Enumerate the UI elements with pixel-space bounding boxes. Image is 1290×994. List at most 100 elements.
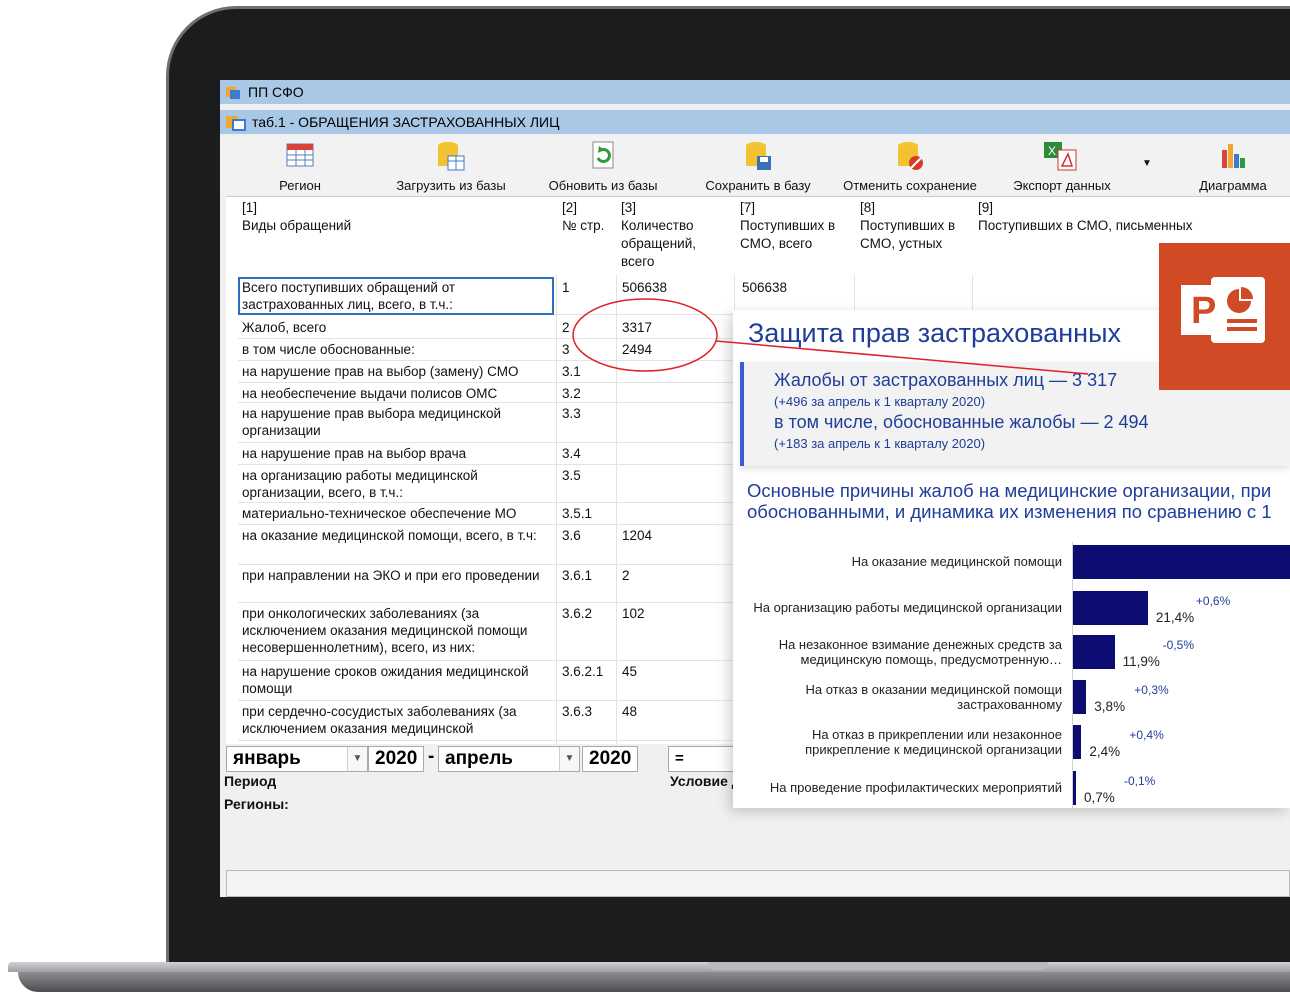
cell-type[interactable]: на нарушение сроков ожидания медицинской…: [242, 663, 554, 697]
col1-header[interactable]: [1] Виды обращений: [242, 199, 351, 235]
table-row[interactable]: при сердечно-сосудистых заболеваниях (за…: [238, 701, 778, 741]
chevron-down-icon[interactable]: ▼: [559, 747, 579, 771]
cell-type[interactable]: на оказание медицинской помощи, всего, в…: [242, 527, 554, 544]
database-table-icon: [438, 142, 465, 171]
save-to-db-button[interactable]: Сохранить в базу: [698, 140, 818, 193]
condition-operator[interactable]: =: [668, 746, 738, 772]
table-row[interactable]: на нарушение сроков ожидания медицинской…: [238, 661, 778, 701]
col7-header[interactable]: [7] Поступивших в СМО, всего: [740, 199, 850, 253]
chart-delta-label: -0,5%: [1162, 638, 1194, 652]
cell-line-number[interactable]: 3.6.2: [562, 605, 618, 622]
col9-header[interactable]: [9] Поступивших в СМО, письменных: [978, 199, 1278, 235]
cell-type[interactable]: в том числе обоснованные:: [242, 341, 554, 358]
cell-line-number[interactable]: 2: [562, 319, 618, 336]
cell-total[interactable]: 102: [622, 605, 734, 622]
cell-type[interactable]: на необеспечение выдачи полисов ОМС: [242, 385, 554, 402]
table-row[interactable]: на необеспечение выдачи полисов ОМС 3.2: [238, 383, 778, 403]
col3-header[interactable]: [3] Количество обращений, всего: [621, 199, 721, 271]
cell-type[interactable]: на нарушение прав на выбор (замену) СМО: [242, 363, 554, 380]
cell-type[interactable]: при сердечно-сосудистых заболеваниях (за…: [242, 703, 554, 737]
load-from-db-button[interactable]: Загрузить из базы: [390, 140, 512, 193]
cell-total[interactable]: 3317: [622, 319, 734, 336]
cell-smo-total[interactable]: 506638: [742, 279, 852, 296]
cell-total[interactable]: 1204: [622, 527, 734, 544]
chart-delta-label: -0,1%: [1124, 774, 1156, 788]
chart-category-label: На отказ в прикреплении или незаконное п…: [805, 727, 1062, 757]
refresh-document-icon: [592, 141, 614, 169]
cell-type[interactable]: при онкологических заболеваниях (за искл…: [242, 605, 554, 656]
cell-line-number[interactable]: 3.2: [562, 385, 618, 402]
cell-line-number[interactable]: 3: [562, 341, 618, 358]
window-titlebar[interactable]: ПП СФО: [220, 80, 1290, 104]
cell-line-number[interactable]: 3.3: [562, 405, 618, 422]
export-dropdown-arrow[interactable]: ▼: [1140, 158, 1154, 169]
region-table-icon: [286, 143, 314, 167]
table-row[interactable]: на нарушение прав на выбор врача 3.4: [238, 443, 778, 465]
table-row[interactable]: при направлении на ЭКО и при его проведе…: [238, 565, 778, 603]
chart-bar: [1073, 725, 1082, 759]
chart-button[interactable]: Диаграмма: [1188, 140, 1278, 193]
chart-delta-label: +0,4%: [1129, 728, 1164, 742]
chart-category-label: На проведение профилактических мероприят…: [769, 780, 1062, 795]
cell-total[interactable]: 45: [622, 663, 734, 680]
cell-type[interactable]: при направлении на ЭКО и при его проведе…: [242, 567, 554, 584]
cell-type[interactable]: на нарушение прав выбора медицинской орг…: [242, 405, 554, 439]
to-month-select[interactable]: апрель ▼: [438, 746, 580, 772]
col8-header[interactable]: [8] Поступивших в СМО, устных: [860, 199, 970, 253]
cancel-save-button[interactable]: Отменить сохранение: [836, 140, 984, 193]
chart-label: Диаграмма: [1199, 178, 1267, 193]
cell-line-number[interactable]: 3.1: [562, 363, 618, 380]
cell-line-number[interactable]: 3.6.2.1: [562, 663, 618, 680]
cell-type[interactable]: Жалоб, всего: [242, 319, 554, 336]
complaints-delta: (+496 за апрель к 1 кварталу 2020): [774, 394, 986, 409]
justified-delta: (+183 за апрель к 1 кварталу 2020): [774, 436, 986, 451]
cell-line-number[interactable]: 3.4: [562, 445, 618, 462]
bar-chart-icon: [1222, 144, 1245, 168]
table-row[interactable]: материально-техническое обеспечение МО 3.…: [238, 503, 778, 525]
document-title: таб.1 - ОБРАЩЕНИЯ ЗАСТРАХОВАННЫХ ЛИЦ: [252, 114, 560, 130]
window-title: ПП СФО: [248, 84, 304, 100]
refresh-from-db-button[interactable]: Обновить из базы: [542, 140, 664, 193]
document-tab[interactable]: таб.1 - ОБРАЩЕНИЯ ЗАСТРАХОВАННЫХ ЛИЦ: [220, 110, 1290, 134]
chevron-down-icon[interactable]: ▼: [347, 747, 367, 771]
cell-total[interactable]: 2494: [622, 341, 734, 358]
table-row[interactable]: Жалоб, всего 2 3317: [238, 317, 778, 339]
condition-label: Условие д: [670, 773, 741, 789]
col2-header[interactable]: [2] № стр.: [562, 199, 616, 235]
cell-total[interactable]: 506638: [622, 279, 734, 296]
cell-line-number[interactable]: 3.6.3: [562, 703, 618, 720]
from-year-input[interactable]: 2020: [368, 746, 424, 772]
chart-category-label: На отказ в оказании медицинской помощи з…: [805, 682, 1062, 712]
cell-type[interactable]: на организацию работы медицинской органи…: [242, 467, 554, 501]
region-button[interactable]: Регион: [270, 140, 330, 193]
cell-line-number[interactable]: 3.6: [562, 527, 618, 544]
cell-line-number[interactable]: 3.5.1: [562, 505, 618, 522]
cancel-label: Отменить сохранение: [843, 178, 977, 193]
table-row[interactable]: в том числе обоснованные: 3 2494: [238, 339, 778, 361]
table-row[interactable]: на организацию работы медицинской органи…: [238, 465, 778, 503]
table-row[interactable]: на оказание медицинской помощи, всего, в…: [238, 525, 778, 565]
cell-total[interactable]: 2: [622, 567, 734, 584]
chart-bar: [1073, 771, 1076, 805]
justified-total: в том числе, обоснованные жалобы — 2 494: [774, 412, 1149, 432]
from-month-select[interactable]: январь ▼: [226, 746, 368, 772]
table-row[interactable]: на нарушение прав на выбор (замену) СМО 3…: [238, 361, 778, 383]
to-year-input[interactable]: 2020: [582, 746, 638, 772]
chart-category-label: На оказание медицинской помощи: [851, 554, 1062, 569]
period-dash: -: [428, 746, 435, 767]
toolbar: Регион Загрузить из базы Обновить из баз…: [220, 136, 1290, 194]
cell-line-number[interactable]: 1: [562, 279, 618, 296]
cell-line-number[interactable]: 3.5: [562, 467, 618, 484]
cell-line-number[interactable]: 3.6.1: [562, 567, 618, 584]
export-data-button[interactable]: X Экспорт данных: [1006, 140, 1118, 193]
table-doc-icon: [226, 116, 246, 131]
cell-type[interactable]: на нарушение прав на выбор врача: [242, 445, 554, 462]
table-row[interactable]: при онкологических заболеваниях (за искл…: [238, 603, 778, 661]
cell-total[interactable]: 48: [622, 703, 734, 720]
regions-list[interactable]: [226, 870, 1290, 897]
load-label: Загрузить из базы: [396, 178, 506, 193]
cell-type[interactable]: материально-техническое обеспечение МО: [242, 505, 554, 522]
laptop-base: [8, 962, 1290, 994]
app-icon: [226, 87, 240, 99]
table-row[interactable]: на нарушение прав выбора медицинской орг…: [238, 403, 778, 443]
